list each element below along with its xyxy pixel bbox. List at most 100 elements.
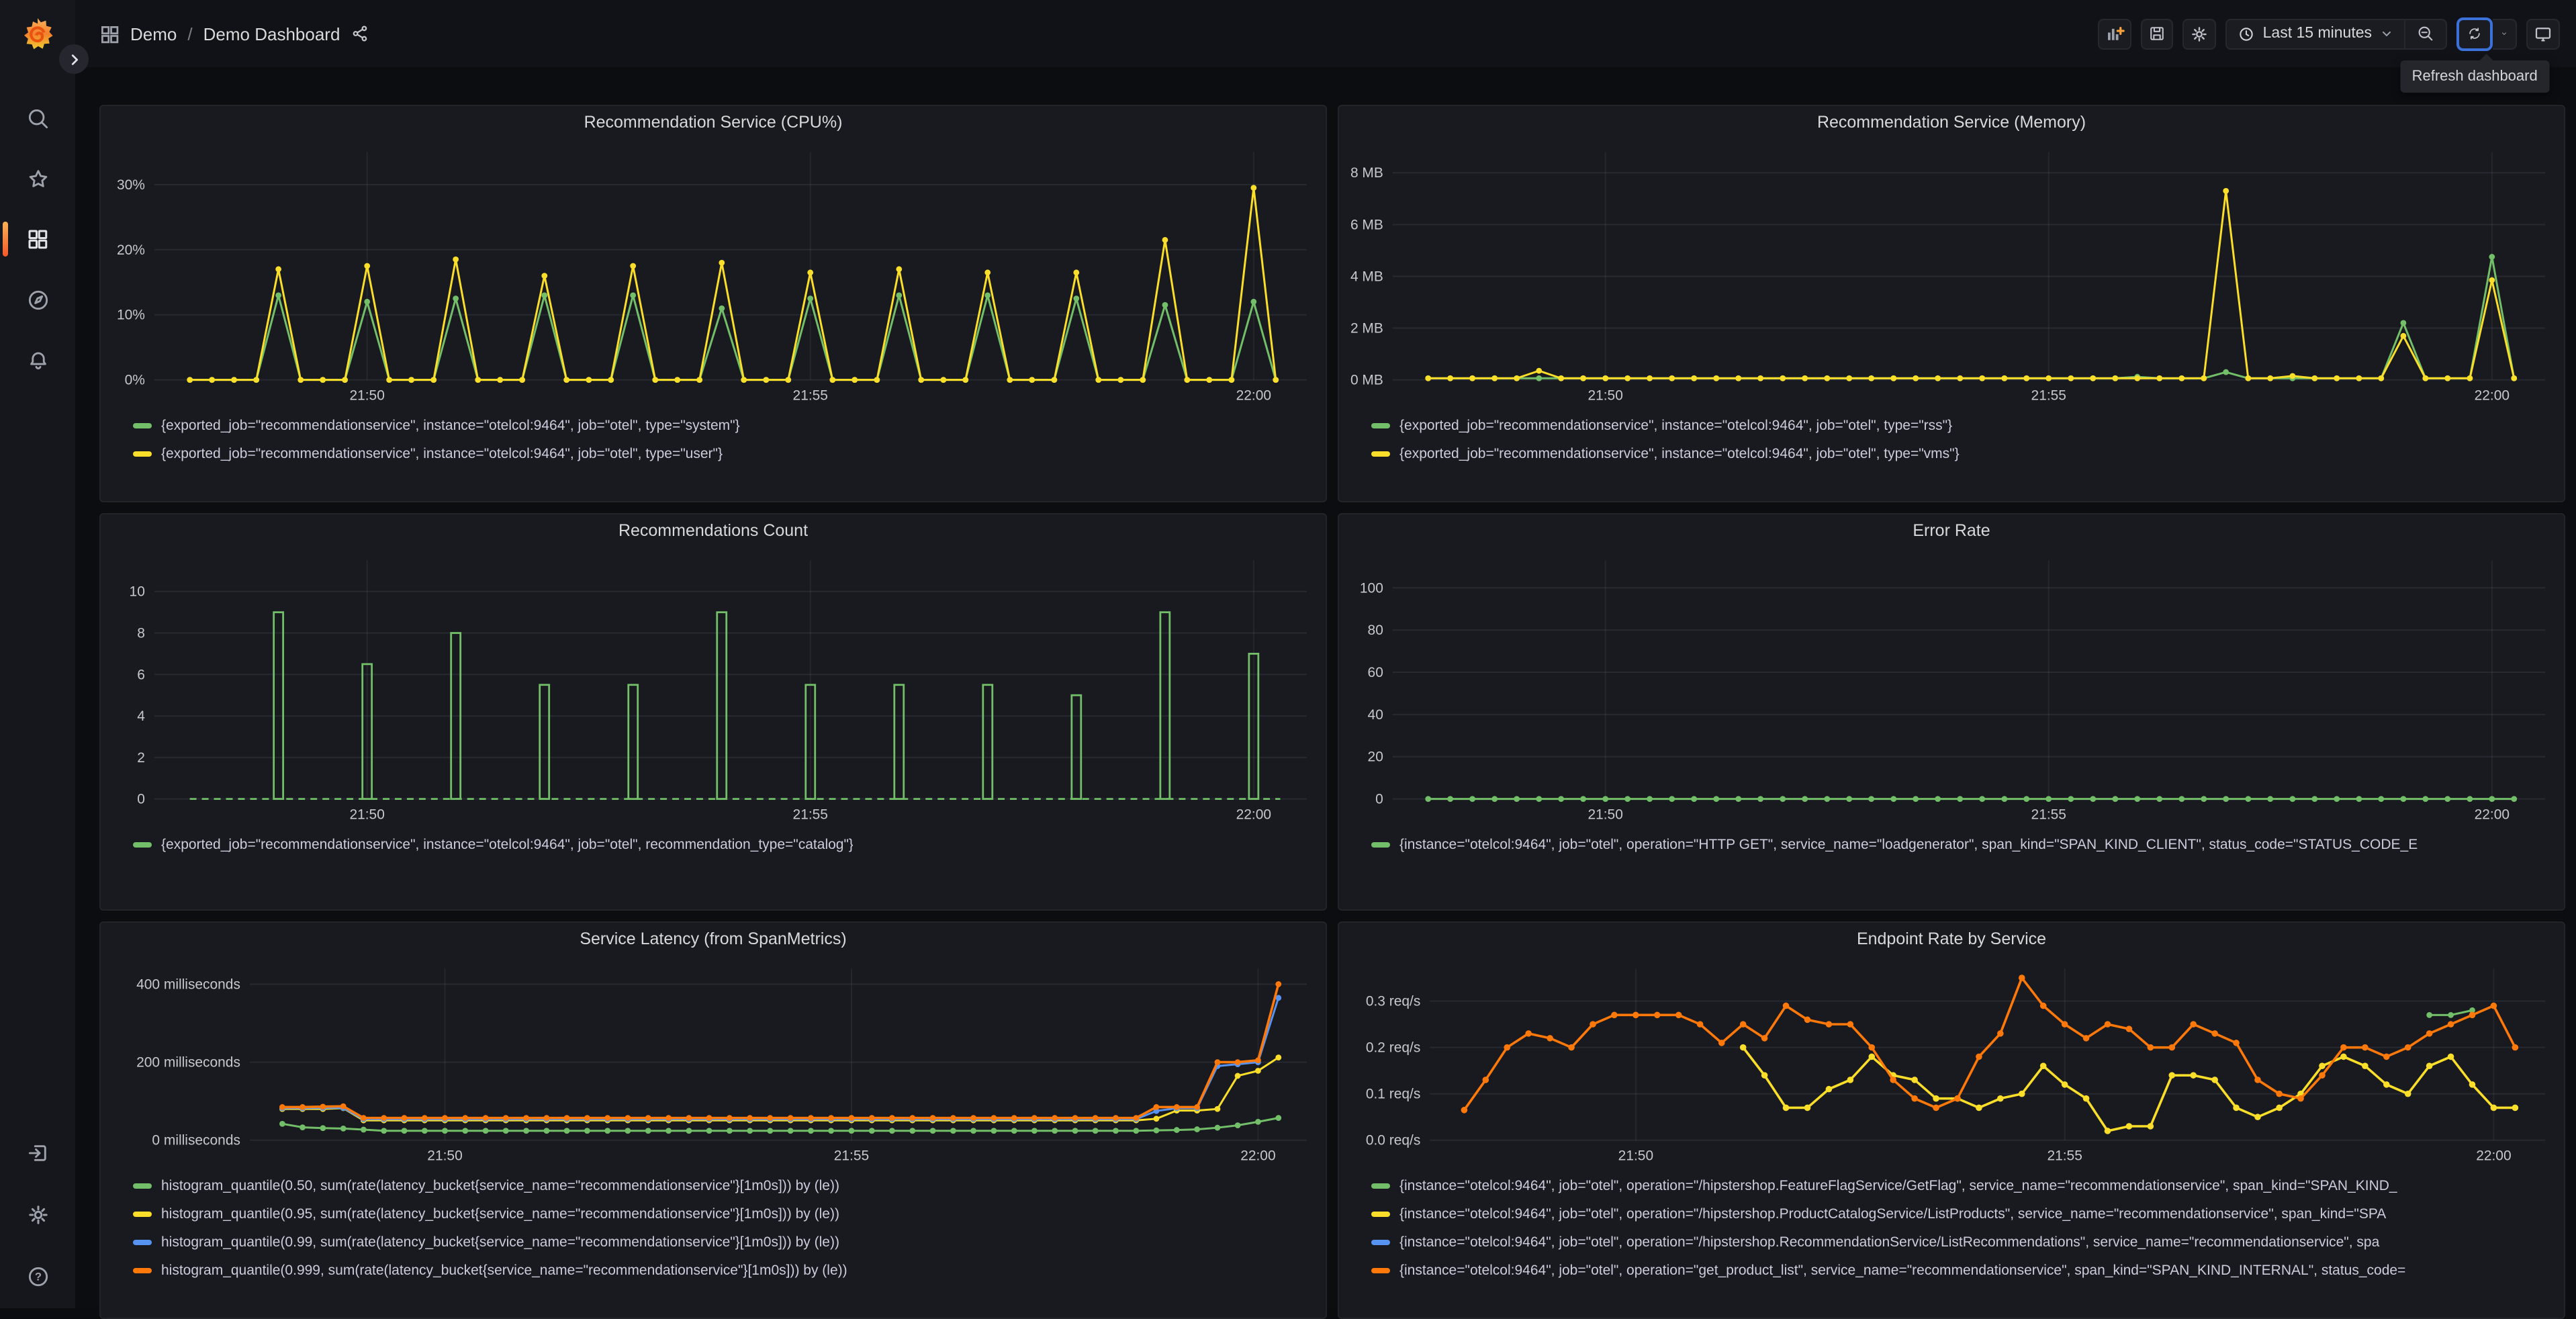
breadcrumb-section[interactable]: Demo — [130, 24, 177, 44]
sidebar-item-configuration[interactable] — [0, 1201, 75, 1228]
legend-label: {instance="otelcol:9464", job="otel", op… — [1399, 836, 2418, 852]
svg-text:21:50: 21:50 — [1588, 807, 1622, 823]
svg-text:0: 0 — [137, 792, 145, 807]
svg-text:22:00: 22:00 — [1236, 388, 1271, 404]
share-icon[interactable] — [351, 24, 369, 43]
add-panel-button[interactable] — [2097, 18, 2131, 49]
svg-text:10: 10 — [130, 584, 145, 600]
svg-text:80: 80 — [1368, 623, 1383, 638]
expand-sidebar-button[interactable] — [59, 44, 89, 74]
svg-text:4 MB: 4 MB — [1350, 269, 1383, 284]
sidebar-item-starred[interactable] — [0, 165, 75, 192]
legend-item[interactable]: histogram_quantile(0.95, sum(rate(latenc… — [133, 1199, 1312, 1228]
svg-text:?: ? — [34, 1270, 41, 1283]
sidebar-item-help[interactable]: ? — [0, 1263, 75, 1289]
legend-label: {instance="otelcol:9464", job="otel", op… — [1399, 1206, 2387, 1222]
svg-text:8 MB: 8 MB — [1350, 165, 1383, 181]
sidebar-item-dashboards[interactable] — [0, 222, 75, 257]
legend-item[interactable]: {exported_job="recommendationservice", i… — [133, 411, 1312, 439]
refresh-interval-dropdown[interactable] — [2493, 18, 2517, 49]
sidebar-item-alerting[interactable] — [0, 347, 75, 373]
svg-text:21:50: 21:50 — [1588, 388, 1622, 404]
legend-item[interactable]: {exported_job="recommendationservice", i… — [1371, 439, 2550, 467]
dashboard-panel-grid: Recommendation Service (CPU%) 21:50 21:55… — [75, 67, 2576, 1319]
refresh-dashboard-button[interactable] — [2456, 17, 2493, 50]
svg-text:0: 0 — [1375, 792, 1383, 807]
panel-chart-area[interactable]: 21:50 21:55 22:00 0 milliseconds 200 millise… — [101, 955, 1326, 1167]
clock-icon — [2239, 27, 2253, 40]
panel-chart-area[interactable]: 21:50 21:55 22:00 0 MB 2 MB 4 MB 6 MB 8 MB — [1339, 138, 2564, 407]
sidebar-item-sign-in[interactable] — [0, 1139, 75, 1166]
panel-header[interactable]: Error Rate — [1339, 514, 2564, 547]
panel-title: Endpoint Rate by Service — [1856, 929, 2047, 948]
panel-chart-area[interactable]: 21:50 21:55 22:00 0% 10% 20% 30% — [101, 138, 1326, 407]
legend-item[interactable]: histogram_quantile(0.99, sum(rate(latenc… — [133, 1228, 1312, 1256]
legend-item[interactable]: {exported_job="recommendationservice", i… — [1371, 411, 2550, 439]
svg-text:21:55: 21:55 — [2031, 388, 2066, 404]
legend-label: {exported_job="recommendationservice", i… — [1399, 417, 1953, 433]
svg-text:21:55: 21:55 — [2031, 807, 2066, 823]
breadcrumb: Demo / Demo Dashboard — [99, 24, 369, 44]
panel-title: Recommendation Service (CPU%) — [584, 113, 843, 132]
legend-item[interactable]: {instance="otelcol:9464", job="otel", op… — [1371, 1199, 2550, 1228]
legend-color-swatch — [133, 1267, 152, 1273]
legend-item[interactable]: {instance="otelcol:9464", job="otel", op… — [1371, 1228, 2550, 1256]
panel-chart-area[interactable]: 21:50 21:55 22:00 0 2 4 6 8 10 — [101, 547, 1326, 826]
svg-text:30%: 30% — [117, 177, 145, 193]
kiosk-mode-button[interactable] — [2526, 18, 2560, 49]
legend-item[interactable]: histogram_quantile(0.999, sum(rate(laten… — [133, 1256, 1312, 1284]
gear-icon — [2191, 26, 2207, 41]
sidebar-item-search[interactable] — [0, 105, 75, 132]
svg-text:100: 100 — [1360, 580, 1383, 596]
panel-chart-area[interactable]: 21:50 21:55 22:00 0.0 req/s 0.1 req/s 0.2 req… — [1339, 955, 2564, 1167]
legend-color-swatch — [1371, 451, 1390, 456]
panel-header[interactable]: Recommendation Service (Memory) — [1339, 106, 2564, 138]
panel-header[interactable]: Endpoint Rate by Service — [1339, 923, 2564, 955]
svg-text:22:00: 22:00 — [1236, 807, 1271, 823]
svg-text:21:55: 21:55 — [2047, 1148, 2082, 1164]
svg-text:21:50: 21:50 — [1618, 1148, 1653, 1164]
svg-text:6 MB: 6 MB — [1350, 217, 1383, 232]
grafana-logo[interactable] — [20, 16, 55, 54]
svg-text:60: 60 — [1368, 665, 1383, 680]
svg-text:22:00: 22:00 — [2475, 388, 2510, 404]
panel-legend: {exported_job="recommendationservice", i… — [1339, 411, 2564, 467]
panel-chart-area[interactable]: 21:50 21:55 22:00 0 20 40 60 80 100 — [1339, 547, 2564, 826]
panel-header[interactable]: Recommendation Service (CPU%) — [101, 106, 1326, 138]
panel-header[interactable]: Recommendations Count — [101, 514, 1326, 547]
dashboard-panel: Error Rate 21:50 21:55 22:00 0 20 40 60 80 100 {… — [1338, 513, 2565, 911]
legend-label: histogram_quantile(0.95, sum(rate(latenc… — [161, 1206, 839, 1222]
sidebar-item-explore[interactable] — [0, 286, 75, 313]
svg-text:0%: 0% — [125, 373, 145, 388]
svg-text:0.1 req/s: 0.1 req/s — [1366, 1087, 1420, 1102]
chevron-down-icon — [2383, 31, 2391, 36]
legend-item[interactable]: {instance="otelcol:9464", job="otel", op… — [1371, 830, 2550, 858]
time-range-picker[interactable]: Last 15 minutes — [2227, 19, 2404, 48]
dashboard-settings-button[interactable] — [2182, 18, 2216, 49]
legend-item[interactable]: {instance="otelcol:9464", job="otel", op… — [1371, 1171, 2550, 1199]
star-icon — [28, 169, 47, 187]
legend-color-swatch — [133, 1211, 152, 1216]
legend-item[interactable]: {exported_job="recommendationservice", i… — [133, 439, 1312, 467]
legend-item[interactable]: histogram_quantile(0.50, sum(rate(latenc… — [133, 1171, 1312, 1199]
zoom-out-time-button[interactable] — [2405, 19, 2446, 48]
legend-item[interactable]: {exported_job="recommendationservice", i… — [133, 830, 1312, 858]
svg-text:40: 40 — [1368, 707, 1383, 723]
svg-text:400 milliseconds: 400 milliseconds — [136, 977, 240, 993]
panel-title: Error Rate — [1913, 521, 1990, 540]
save-icon — [2150, 27, 2164, 40]
dashboard-grid-icon — [101, 26, 119, 43]
panel-header[interactable]: Service Latency (from SpanMetrics) — [101, 923, 1326, 955]
dashboard-panel: Endpoint Rate by Service 21:50 21:55 22:00… — [1338, 921, 2565, 1319]
save-dashboard-button[interactable] — [2140, 18, 2173, 49]
svg-text:0.0 req/s: 0.0 req/s — [1366, 1133, 1420, 1148]
time-range-label: Last 15 minutes — [2262, 26, 2372, 42]
legend-label: {instance="otelcol:9464", job="otel", op… — [1399, 1234, 2380, 1250]
legend-color-swatch — [133, 1183, 152, 1188]
legend-color-swatch — [1371, 1183, 1390, 1188]
breadcrumb-separator: / — [187, 24, 193, 44]
svg-text:10%: 10% — [117, 308, 145, 323]
legend-color-swatch — [1371, 1211, 1390, 1216]
svg-text:22:00: 22:00 — [2476, 1148, 2511, 1164]
legend-item[interactable]: {instance="otelcol:9464", job="otel", op… — [1371, 1256, 2550, 1284]
